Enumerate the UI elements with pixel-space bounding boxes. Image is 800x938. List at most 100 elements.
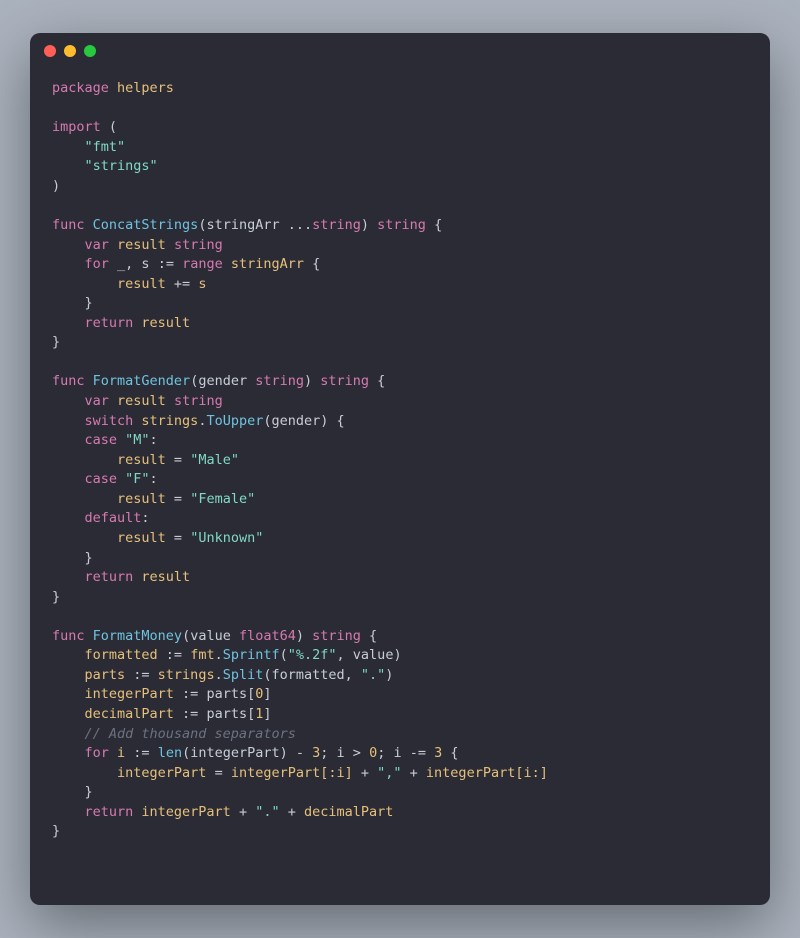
code-token: "," — [369, 765, 402, 781]
minimize-icon[interactable] — [64, 45, 76, 57]
code-token: Split — [223, 667, 264, 683]
code-token: "Male" — [182, 452, 239, 468]
code-token: result — [109, 237, 174, 253]
code-token: + — [402, 765, 418, 781]
code-token: } — [52, 784, 93, 800]
code-token: (integerPart) — [182, 745, 296, 761]
code-content: package helpers import ( "fmt" "strings"… — [30, 69, 770, 864]
code-token: strings — [150, 667, 215, 683]
code-token: result — [52, 530, 174, 546]
code-token: case — [52, 471, 117, 487]
code-token: = — [174, 491, 182, 507]
code-token: parts[ — [198, 706, 255, 722]
code-token: (gender — [190, 373, 255, 389]
code-token: ; i — [377, 745, 410, 761]
code-token: return — [52, 569, 133, 585]
code-token: string — [312, 628, 361, 644]
code-token: + — [280, 804, 296, 820]
code-token: result — [133, 569, 190, 585]
code-token: string — [377, 217, 426, 233]
code-token: string — [255, 373, 304, 389]
code-token: := — [158, 256, 174, 272]
code-token: range — [174, 256, 223, 272]
code-token: ( — [101, 119, 117, 135]
code-token: ( — [280, 647, 288, 663]
code-token: integerPart[:i] — [223, 765, 361, 781]
code-token: { — [369, 373, 385, 389]
code-token: := — [182, 706, 198, 722]
code-token: import — [52, 119, 101, 135]
code-token: return — [52, 804, 133, 820]
code-token: { — [442, 745, 458, 761]
code-token: package — [52, 80, 109, 96]
code-token: (stringArr ... — [198, 217, 312, 233]
code-token: 3 — [304, 745, 320, 761]
code-token: > — [353, 745, 361, 761]
code-token: (formatted, — [263, 667, 361, 683]
code-token: } — [52, 550, 93, 566]
code-token: += — [174, 276, 190, 292]
code-token: parts[ — [198, 686, 255, 702]
code-token: , value) — [337, 647, 402, 663]
code-token: "M" — [117, 432, 150, 448]
code-token: : — [150, 471, 158, 487]
code-token: . — [215, 647, 223, 663]
code-token: FormatMoney — [85, 628, 183, 644]
code-token: = — [174, 452, 182, 468]
code-token: decimalPart — [296, 804, 394, 820]
code-token: "F" — [117, 471, 150, 487]
code-token: := — [133, 745, 149, 761]
code-token: float64 — [239, 628, 296, 644]
code-token: { — [361, 628, 377, 644]
code-token: string — [312, 217, 361, 233]
code-token: i — [109, 745, 133, 761]
code-token: var — [52, 393, 109, 409]
code-token: ToUpper — [206, 413, 263, 429]
code-token: switch — [52, 413, 133, 429]
code-token: for — [52, 745, 109, 761]
code-token: } — [52, 589, 60, 605]
code-token: helpers — [109, 80, 174, 96]
code-token: "strings" — [52, 158, 158, 174]
code-token: := — [166, 647, 182, 663]
code-token: string — [320, 373, 369, 389]
code-token: "fmt" — [52, 139, 125, 155]
code-token: = — [174, 530, 182, 546]
code-token: (gender) { — [263, 413, 344, 429]
code-token: "%.2f" — [288, 647, 337, 663]
code-token: . — [215, 667, 223, 683]
close-icon[interactable] — [44, 45, 56, 57]
code-token: integerPart — [133, 804, 239, 820]
code-token: - — [296, 745, 304, 761]
code-token: { — [304, 256, 320, 272]
code-token: "Female" — [182, 491, 255, 507]
code-token: result — [133, 315, 190, 331]
code-token: func — [52, 373, 85, 389]
code-token: ) — [304, 373, 320, 389]
code-token: "." — [247, 804, 280, 820]
code-token: string — [174, 237, 223, 253]
code-token: (value — [182, 628, 239, 644]
code-token: : — [150, 432, 158, 448]
code-token: + — [361, 765, 369, 781]
code-window: package helpers import ( "fmt" "strings"… — [30, 33, 770, 905]
code-token: result — [109, 393, 174, 409]
code-token: "." — [361, 667, 385, 683]
code-token: { — [426, 217, 442, 233]
code-token: } — [52, 295, 93, 311]
code-token: var — [52, 237, 109, 253]
code-token: integerPart[i:] — [418, 765, 548, 781]
code-token: ConcatStrings — [85, 217, 199, 233]
code-token: ) — [52, 178, 60, 194]
code-token: func — [52, 217, 85, 233]
code-token: string — [174, 393, 223, 409]
code-token: 0 — [361, 745, 377, 761]
code-token: + — [239, 804, 247, 820]
maximize-icon[interactable] — [84, 45, 96, 57]
code-token: := — [182, 686, 198, 702]
code-token: parts — [52, 667, 133, 683]
code-token: stringArr — [223, 256, 304, 272]
code-token: decimalPart — [52, 706, 182, 722]
code-token: ; i — [320, 745, 353, 761]
code-token: ] — [263, 686, 271, 702]
